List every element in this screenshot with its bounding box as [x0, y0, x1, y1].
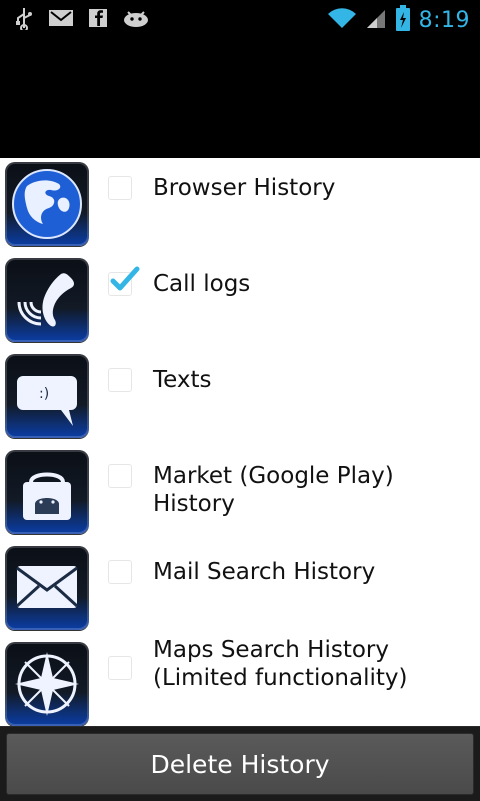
android-icon	[122, 8, 150, 32]
status-bar-notifications	[14, 6, 150, 34]
mail-icon	[5, 546, 89, 630]
list-item-market-history[interactable]: Market (Google Play) History	[0, 446, 480, 542]
call-logs-checkbox[interactable]	[108, 266, 140, 296]
list-item-texts[interactable]: :) Texts	[0, 350, 480, 446]
call-logs-label: Call logs	[153, 271, 251, 297]
list-item-maps-search-history[interactable]: Maps Search History (Limited functionali…	[0, 637, 480, 726]
message-icon: :)	[5, 354, 89, 438]
maps-search-history-label: Maps Search History (Limited functionali…	[153, 637, 408, 691]
delete-history-button[interactable]: Delete History	[6, 733, 474, 795]
wifi-icon	[327, 6, 357, 34]
signal-icon	[365, 6, 387, 34]
list-item-mail-search-history[interactable]: Mail Search History	[0, 542, 480, 638]
usb-icon	[14, 6, 34, 34]
texts-checkbox[interactable]	[108, 368, 132, 392]
list-item-browser-history[interactable]: Browser History	[0, 158, 480, 254]
texts-label: Texts	[153, 367, 212, 393]
phone-icon	[5, 258, 89, 342]
history-list: Browser History Call logs :) Texts Marke…	[0, 158, 480, 726]
gmail-icon	[48, 8, 74, 32]
battery-icon	[395, 4, 411, 36]
status-bar-system: 8:19	[327, 4, 470, 36]
mail-search-history-checkbox[interactable]	[108, 560, 132, 584]
mail-search-history-label: Mail Search History	[153, 559, 376, 585]
market-bag-icon	[5, 450, 89, 534]
browser-history-label: Browser History	[153, 175, 336, 201]
status-bar: 8:19	[0, 0, 480, 38]
market-history-checkbox[interactable]	[108, 464, 132, 488]
browser-history-checkbox[interactable]	[108, 176, 132, 200]
checkmark-icon	[110, 266, 140, 291]
compass-icon	[5, 642, 89, 726]
facebook-icon	[88, 8, 108, 32]
list-item-call-logs[interactable]: Call logs	[0, 254, 480, 350]
maps-search-history-checkbox[interactable]	[108, 656, 132, 680]
status-time: 8:19	[418, 7, 470, 33]
globe-icon	[5, 162, 89, 246]
black-header-area	[0, 38, 480, 158]
market-history-label: Market (Google Play) History	[153, 463, 402, 517]
svg-text::): :)	[39, 386, 49, 402]
footer-bar: Delete History	[0, 726, 480, 801]
